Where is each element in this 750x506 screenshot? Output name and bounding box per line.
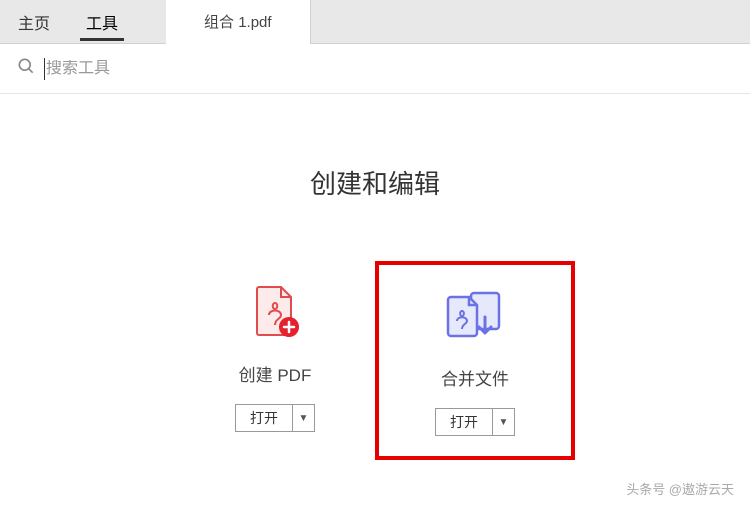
tab-home[interactable]: 主页 (0, 0, 68, 44)
open-button[interactable]: 打开 (235, 404, 293, 432)
watermark: 头条号 @遨游云天 (626, 479, 734, 498)
section-title: 创建和编辑 (0, 164, 750, 201)
text-cursor (44, 58, 45, 80)
open-button[interactable]: 打开 (435, 408, 493, 436)
tool-label: 创建 PDF (239, 361, 312, 386)
tab-tools[interactable]: 工具 (68, 0, 136, 44)
open-button-group: 打开 ▼ (435, 408, 515, 436)
combine-files-icon (443, 285, 507, 345)
tool-label: 合并文件 (441, 365, 509, 390)
open-dropdown[interactable]: ▼ (493, 408, 515, 436)
search-icon (16, 56, 36, 81)
search-input[interactable] (46, 60, 734, 78)
tab-bar: 主页 工具 组合 1.pdf (0, 0, 750, 44)
tool-combine-files[interactable]: 合并文件 打开 ▼ (375, 261, 575, 460)
tab-document[interactable]: 组合 1.pdf (166, 0, 311, 44)
tool-create-pdf[interactable]: 创建 PDF 打开 ▼ (175, 261, 375, 460)
open-button-group: 打开 ▼ (235, 404, 315, 432)
tools-row: 创建 PDF 打开 ▼ 合并文件 打开 ▼ (0, 261, 750, 460)
content-area: 创建和编辑 创建 PDF 打开 ▼ (0, 94, 750, 460)
search-bar (0, 44, 750, 94)
create-pdf-icon (247, 281, 303, 341)
open-dropdown[interactable]: ▼ (293, 404, 315, 432)
